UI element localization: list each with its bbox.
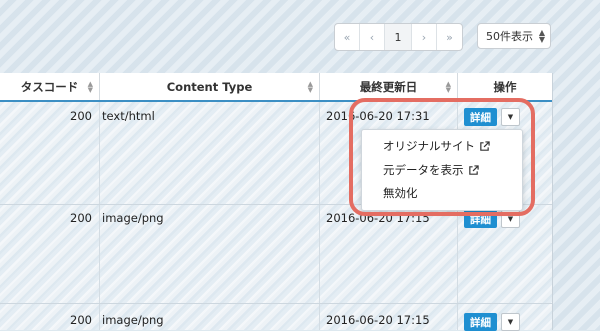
sort-icon: ▲ ▼	[307, 80, 313, 94]
row3-menu-toggle[interactable]: ▼	[501, 313, 520, 331]
header-actions: 操作	[458, 73, 552, 100]
prev-page-button[interactable]: ‹	[360, 24, 385, 50]
per-page-select[interactable]: 50件表示 ▲ ▼	[477, 23, 551, 49]
header-label: Content Type	[166, 79, 253, 94]
row3-detail-button[interactable]: 詳細	[464, 313, 497, 331]
caret-down-icon: ▼	[507, 318, 514, 326]
header-label: タスコード	[20, 79, 79, 94]
row3-content-type: image/png	[102, 313, 164, 327]
sort-icon: ▲ ▼	[445, 80, 451, 94]
caret-down-icon: ▼	[507, 215, 514, 223]
row3-status-code: 200	[70, 313, 92, 327]
header-content-type[interactable]: Content Type ▲ ▼	[100, 73, 320, 100]
first-page-button[interactable]: «	[335, 24, 360, 50]
row2-status-code: 200	[70, 211, 92, 225]
row1-content-type: text/html	[102, 109, 155, 123]
column-divider	[319, 102, 320, 330]
row1-status-code: 200	[70, 109, 92, 123]
next-page-button[interactable]: ›	[412, 24, 437, 50]
header-last-updated[interactable]: 最終更新日 ▲ ▼	[320, 73, 458, 100]
sort-icon: ▲ ▼	[87, 80, 93, 94]
row-divider	[0, 303, 552, 304]
header-status-code[interactable]: タスコード ▲ ▼	[0, 73, 100, 100]
header-label: 操作	[493, 79, 517, 94]
current-page-button[interactable]: 1	[385, 24, 412, 50]
pagination: « ‹ 1 › »	[334, 23, 463, 51]
row3-updated: 2016-06-20 17:15	[326, 313, 430, 327]
last-page-button[interactable]: »	[437, 24, 462, 50]
callout-highlight	[349, 98, 535, 216]
header-label: 最終更新日	[359, 79, 418, 94]
per-page-value: 50件表示	[486, 30, 533, 43]
row2-content-type: image/png	[102, 211, 164, 225]
select-arrows-icon: ▲ ▼	[538, 28, 545, 44]
column-divider	[99, 102, 100, 330]
